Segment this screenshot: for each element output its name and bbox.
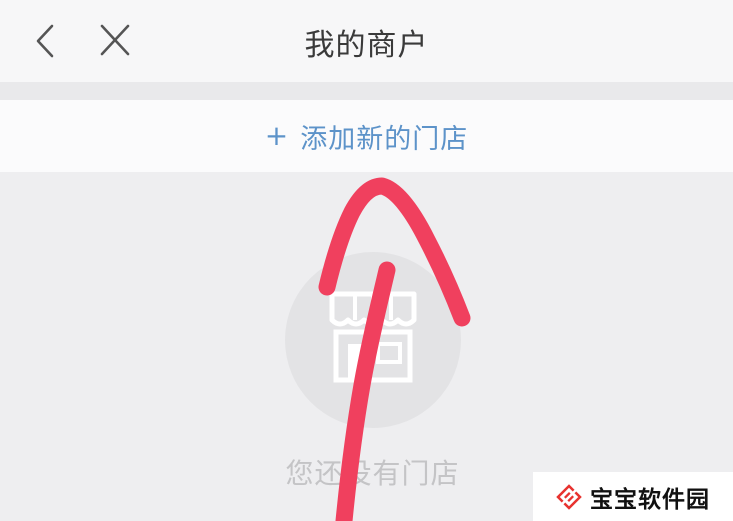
watermark-text: 宝宝软件园 (590, 486, 710, 513)
plus-icon: + (264, 119, 289, 152)
nav-bar: 我的商户 (0, 0, 733, 82)
divider (0, 82, 733, 100)
add-store-button[interactable]: + 添加新的门店 (0, 100, 733, 172)
page-title: 我的商户 (304, 28, 429, 63)
add-store-label: 添加新的门店 (300, 123, 469, 155)
diamond-logo-icon (556, 483, 582, 510)
watermark: 宝宝软件园 (533, 472, 733, 521)
store-icon (329, 291, 417, 383)
